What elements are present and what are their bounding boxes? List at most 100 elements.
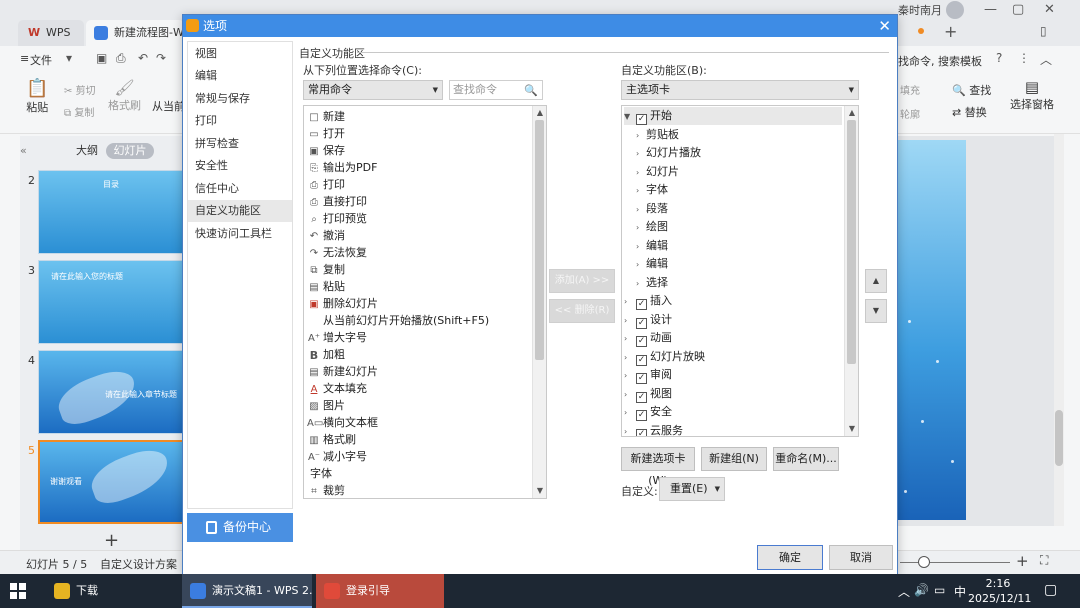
close-window-icon[interactable]: ✕ [1044,2,1055,17]
list-item[interactable]: ▭ 打开 [307,125,529,142]
checkbox-checked-icon[interactable]: ✓ [636,373,647,384]
expand-arrow-icon[interactable]: › [624,423,634,437]
ribbon-scope-select[interactable]: 主选项卡 ▼ [621,80,859,100]
expand-arrow-icon[interactable]: › [636,275,646,293]
list-item[interactable]: ▣ 保存 [307,142,529,159]
expand-arrow-icon[interactable]: › [624,293,634,311]
expand-arrow-icon[interactable]: › [624,404,634,422]
scrollbar-thumb[interactable] [847,120,856,364]
find-button[interactable]: 🔍 查找 [952,82,991,98]
fit-window-icon[interactable]: ⛶ [1040,553,1048,568]
ok-button[interactable]: 确定 [757,545,823,570]
expand-arrow-icon[interactable]: › [636,201,646,219]
nav-view[interactable]: 视图 [188,43,292,65]
scrollbar-thumb[interactable] [1055,410,1063,466]
expand-arrow-icon[interactable]: › [636,127,646,145]
collapse-ribbon-icon[interactable]: ︿ [1040,51,1052,68]
expand-arrow-icon[interactable]: › [624,386,634,404]
zoom-slider-knob[interactable] [918,556,930,568]
new-tab-icon[interactable]: + [944,22,957,41]
nav-customize-ribbon[interactable]: 自定义功能区 [188,200,292,222]
outline-button[interactable]: 轮廓 [900,106,920,121]
command-search-input[interactable]: 查找命令 🔍 [449,80,543,100]
replace-button[interactable]: ⇄ 替换 [952,104,987,120]
slide-thumbnail-4[interactable]: 请在此输入章节标题 [38,350,184,434]
cancel-button[interactable]: 取消 [829,545,893,570]
quick-undo-icon[interactable]: ↶ [138,51,148,65]
expand-arrow-icon[interactable]: › [636,238,646,256]
quick-print-icon[interactable]: ⎙ [116,51,126,66]
list-item[interactable]: ▨图片▶ [307,397,539,414]
expand-arrow-icon[interactable]: › [636,164,646,182]
sidebar-toggle-icon[interactable]: ▯ [1040,24,1047,38]
add-slide-icon[interactable]: + [104,530,119,551]
ribbon-tree-scrollbar[interactable]: ▲ ▼ [844,106,858,436]
list-item[interactable]: ⌕ 打印预览 [307,210,529,227]
windows-start-icon[interactable] [10,583,26,599]
tree-item[interactable]: › 编辑 [636,255,668,273]
search-commands[interactable]: 找命令, 搜索模板 [898,53,982,69]
list-item[interactable]: ⎙ 打印 [307,176,529,193]
nav-quick-access-toolbar[interactable]: 快速访问工具栏 [188,223,292,245]
list-item[interactable]: ⎙ 直接打印 [307,193,529,210]
from-current-button[interactable]: 从当前 [152,98,185,114]
network-icon[interactable]: ▭ [934,583,945,597]
nav-spellcheck[interactable]: 拼写检查 [188,133,292,155]
list-item[interactable]: 字体⊡ [307,465,541,482]
list-item[interactable]: ↶ 撤消 [307,227,529,244]
list-item[interactable]: A文本填充▶ [307,380,539,397]
list-item[interactable]: ▣ 删除幻灯片 [307,295,529,312]
nav-trust-center[interactable]: 信任中心 [188,178,292,200]
checkbox-checked-icon[interactable]: ✓ [636,428,647,436]
list-item[interactable]: ▤ 粘贴 [307,278,529,295]
checkbox-checked-icon[interactable]: ✓ [636,391,647,403]
tree-item[interactable]: › 选择 [636,274,668,292]
tab-wps-home[interactable]: W WPS [18,20,84,46]
tree-item[interactable]: › 编辑 [636,237,668,255]
list-item[interactable]: ▥ 格式刷 [307,431,529,448]
tree-item[interactable]: › ✓ 云服务 [624,422,683,437]
close-icon[interactable]: ✕ [878,15,891,37]
add-button[interactable]: 添加(A) >> [549,269,615,293]
reset-dropdown-button[interactable]: 重置(E) ▼ [659,477,725,501]
ime-indicator[interactable]: 中 [954,583,966,600]
backup-center-button[interactable]: 备份中心 [187,513,293,542]
taskbar-item-presentation[interactable]: 演示文稿1 - WPS 2... [182,574,312,608]
scroll-up-icon[interactable]: ▲ [845,106,858,120]
file-dropdown-icon[interactable]: ▾ [66,51,72,65]
paste-button[interactable]: 📋 粘贴 [26,78,48,115]
nav-general-save[interactable]: 常规与保存 [188,88,292,110]
scroll-up-icon[interactable]: ▲ [533,106,546,120]
expand-arrow-icon[interactable]: › [624,349,634,367]
list-item[interactable]: 从当前幻灯片开始播放(Shift+F5) [307,312,529,329]
nav-security[interactable]: 安全性 [188,155,292,177]
tree-item[interactable]: › ✓ 设计 [624,311,672,329]
slide-thumbnail-2[interactable]: 目录 [38,170,184,254]
more-icon[interactable]: ⋮ [1018,51,1030,65]
command-list[interactable]: □ 新建 ▭ 打开 ▣ 保存 ⎘ 输出为PDF ⎙ 打印 ⎙ 直接打印 ⌕ 打印预览 ↶ 撤消 … [303,105,547,499]
zoom-in-icon[interactable]: + [1016,552,1029,570]
fill-button[interactable]: 填充 [900,82,920,97]
tab-slides[interactable]: 幻灯片 [106,143,154,159]
tree-item[interactable]: › 幻灯片 [636,163,679,181]
list-item[interactable]: B 加粗 [307,346,529,363]
tree-item[interactable]: › ✓ 安全 [624,403,672,421]
slide-editing-area[interactable] [896,140,966,520]
expand-arrow-icon[interactable]: › [624,330,634,348]
expand-arrow-icon[interactable]: › [636,219,646,237]
checkbox-checked-icon[interactable]: ✓ [636,317,647,329]
notification-icon[interactable]: ▢ [1044,582,1057,598]
quick-redo-icon[interactable]: ↷ [156,51,166,65]
expand-arrow-icon[interactable]: › [636,256,646,274]
tree-item[interactable]: › ✓ 幻灯片放映 [624,348,705,366]
avatar[interactable] [946,1,964,19]
menu-icon[interactable]: ≡ [20,52,29,65]
user-name[interactable]: 秦时南月 [898,2,942,18]
scroll-down-icon[interactable]: ▼ [533,484,546,498]
list-item[interactable]: A⁻ 减小字号 [307,448,529,465]
menu-file[interactable]: 文件 [30,52,52,68]
tray-expand-icon[interactable]: ︿ [898,583,910,600]
list-item[interactable]: A⁺ 增大字号 [307,329,529,346]
move-down-button[interactable]: ▼ [865,299,887,323]
list-item[interactable]: ⌗ 裁剪 [307,482,529,498]
